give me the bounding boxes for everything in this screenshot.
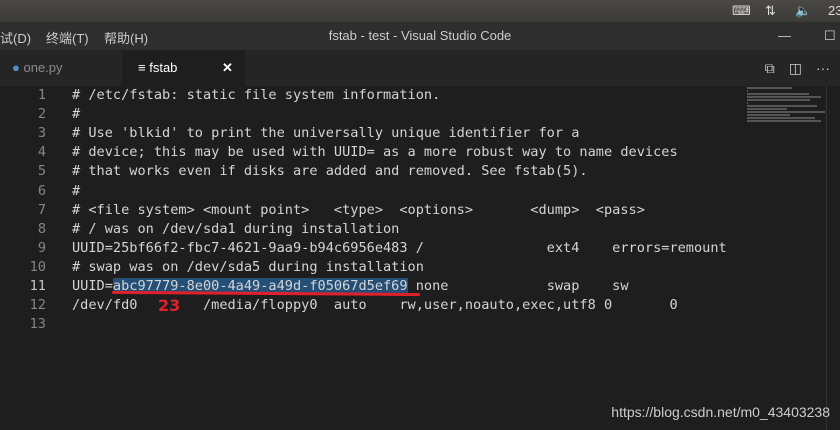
text-before-selection: UUID= [72, 278, 113, 294]
minimap-line [747, 114, 790, 116]
minimize-button[interactable]: — [778, 28, 791, 43]
menu-terminal[interactable]: 终端(T) [46, 28, 89, 47]
code-line[interactable]: 5 # that works even if disks are added an… [0, 162, 745, 181]
line-text: # Use 'blkid' to print the universally u… [72, 124, 579, 143]
close-icon[interactable]: ✕ [222, 50, 233, 86]
line-content: # Use 'blkid' to print the universally u… [72, 125, 580, 142]
line-text: # <file system> <mount point> <type> <op… [72, 201, 645, 220]
line-text: # device; this may be used with UUID= as… [72, 143, 678, 162]
minimap-line [747, 93, 809, 95]
line-number: 1 [37, 87, 46, 103]
menu-debug[interactable]: 试(D) [0, 28, 31, 47]
line-text: UUID=25bf66f2-fbc7-4621-9aa9-b94c6956e48… [72, 239, 727, 258]
line-number: 6 [37, 182, 46, 199]
code-editor[interactable]: 1 # /etc/fstab: static file system inform… [0, 86, 745, 430]
system-top-bar: ⌨ ⇅ 🔈 23 [0, 0, 840, 22]
keyboard-icon[interactable]: ⌨ [732, 3, 751, 19]
open-changes-icon[interactable]: ⧉ [765, 60, 775, 77]
line-content: # [72, 106, 81, 123]
line-text: # /etc/fstab: static file system informa… [72, 86, 440, 105]
split-editor-icon[interactable]: ◫ [789, 60, 802, 77]
clock[interactable]: 23 [828, 3, 840, 18]
line-content: # device; this may be used with UUID= as… [72, 144, 678, 161]
scrollbar[interactable] [826, 86, 840, 430]
line-number: 11 [29, 278, 46, 294]
maximize-button[interactable]: ☐ [824, 28, 836, 44]
line-content: # / was on /dev/sda1 during installation [72, 220, 400, 237]
code-line[interactable]: 2 # [0, 105, 745, 124]
minimap-line [747, 90, 748, 92]
code-line[interactable]: 4 # device; this may be used with UUID= a… [0, 143, 745, 162]
line-content: # <file system> <mount point> <type> <op… [72, 201, 645, 218]
line-text: # / was on /dev/sda1 during installation [72, 220, 399, 239]
annotation-label: 23 [158, 296, 181, 315]
title-bar: 试(D) 终端(T) 帮助(H) fstab - test - Visual S… [0, 22, 840, 50]
line-number: 12 [29, 297, 46, 314]
code-line[interactable]: 3 # Use 'blkid' to print the universally … [0, 124, 745, 143]
line-number: 13 [29, 316, 46, 333]
line-text: # [72, 105, 80, 124]
line-content: UUID=25bf66f2-fbc7-4621-9aa9-b94c6956e48… [72, 239, 727, 256]
code-line[interactable]: 6 # [0, 182, 745, 201]
minimap-line [747, 87, 792, 89]
line-content: # swap was on /dev/sda5 during installat… [72, 258, 424, 275]
code-line[interactable]: 12/dev/fd0 /media/floppy0 auto rw,user,n… [0, 296, 745, 315]
line-number: 2 [37, 106, 46, 123]
minimap-line [747, 117, 815, 119]
line-content: # /etc/fstab: static file system informa… [72, 87, 441, 103]
python-icon: ● [12, 60, 20, 75]
minimap-line [747, 105, 817, 107]
text-after-selection: none swap sw [407, 278, 629, 294]
minimap-line [747, 102, 748, 104]
tab-bar: ● one.py ≡ fstab ✕ ⧉ ◫ ··· [0, 50, 840, 86]
code-line[interactable]: 9 UUID=25bf66f2-fbc7-4621-9aa9-b94c6956e4… [0, 239, 745, 258]
minimap-line [747, 96, 821, 98]
code-line[interactable]: 7 # <file system> <mount point> <type> <o… [0, 201, 745, 220]
minimap-line [747, 108, 787, 110]
code-line[interactable]: 10 # swap was on /dev/sda5 during install… [0, 258, 745, 277]
line-text: # that works even if disks are added and… [72, 162, 588, 181]
code-line[interactable]: 13 [0, 315, 745, 334]
line-number: 7 [37, 201, 46, 218]
tab-one-py[interactable]: ● one.py [0, 50, 122, 86]
minimap-line [747, 120, 821, 122]
tab-label: fstab [149, 60, 178, 75]
minimap[interactable] [745, 86, 825, 136]
more-actions-icon[interactable]: ··· [816, 60, 830, 76]
line-number: 8 [37, 220, 46, 237]
lines-icon: ≡ [138, 60, 146, 75]
network-icon[interactable]: ⇅ [765, 3, 776, 19]
line-number: 10 [29, 258, 46, 275]
code-line[interactable]: 8 # / was on /dev/sda1 during installatio… [0, 220, 745, 239]
tab-fstab[interactable]: ≡ fstab ✕ [122, 50, 245, 86]
line-number: 3 [37, 125, 46, 142]
tab-label: one.py [23, 60, 63, 75]
line-content: # [72, 182, 81, 199]
line-number: 9 [37, 239, 46, 256]
code-line[interactable]: 1 # /etc/fstab: static file system inform… [0, 86, 745, 105]
line-text: # swap was on /dev/sda5 during installat… [72, 258, 424, 277]
line-text: # [72, 182, 80, 201]
watermark: https://blog.csdn.net/m0_43403238 [611, 404, 830, 420]
line-number: 4 [37, 144, 46, 161]
volume-icon[interactable]: 🔈 [795, 3, 811, 19]
minimap-line [747, 99, 810, 101]
line-content: # that works even if disks are added and… [72, 163, 588, 180]
line-number: 5 [37, 163, 46, 180]
menu-help[interactable]: 帮助(H) [104, 28, 148, 47]
minimap-line [747, 111, 825, 113]
